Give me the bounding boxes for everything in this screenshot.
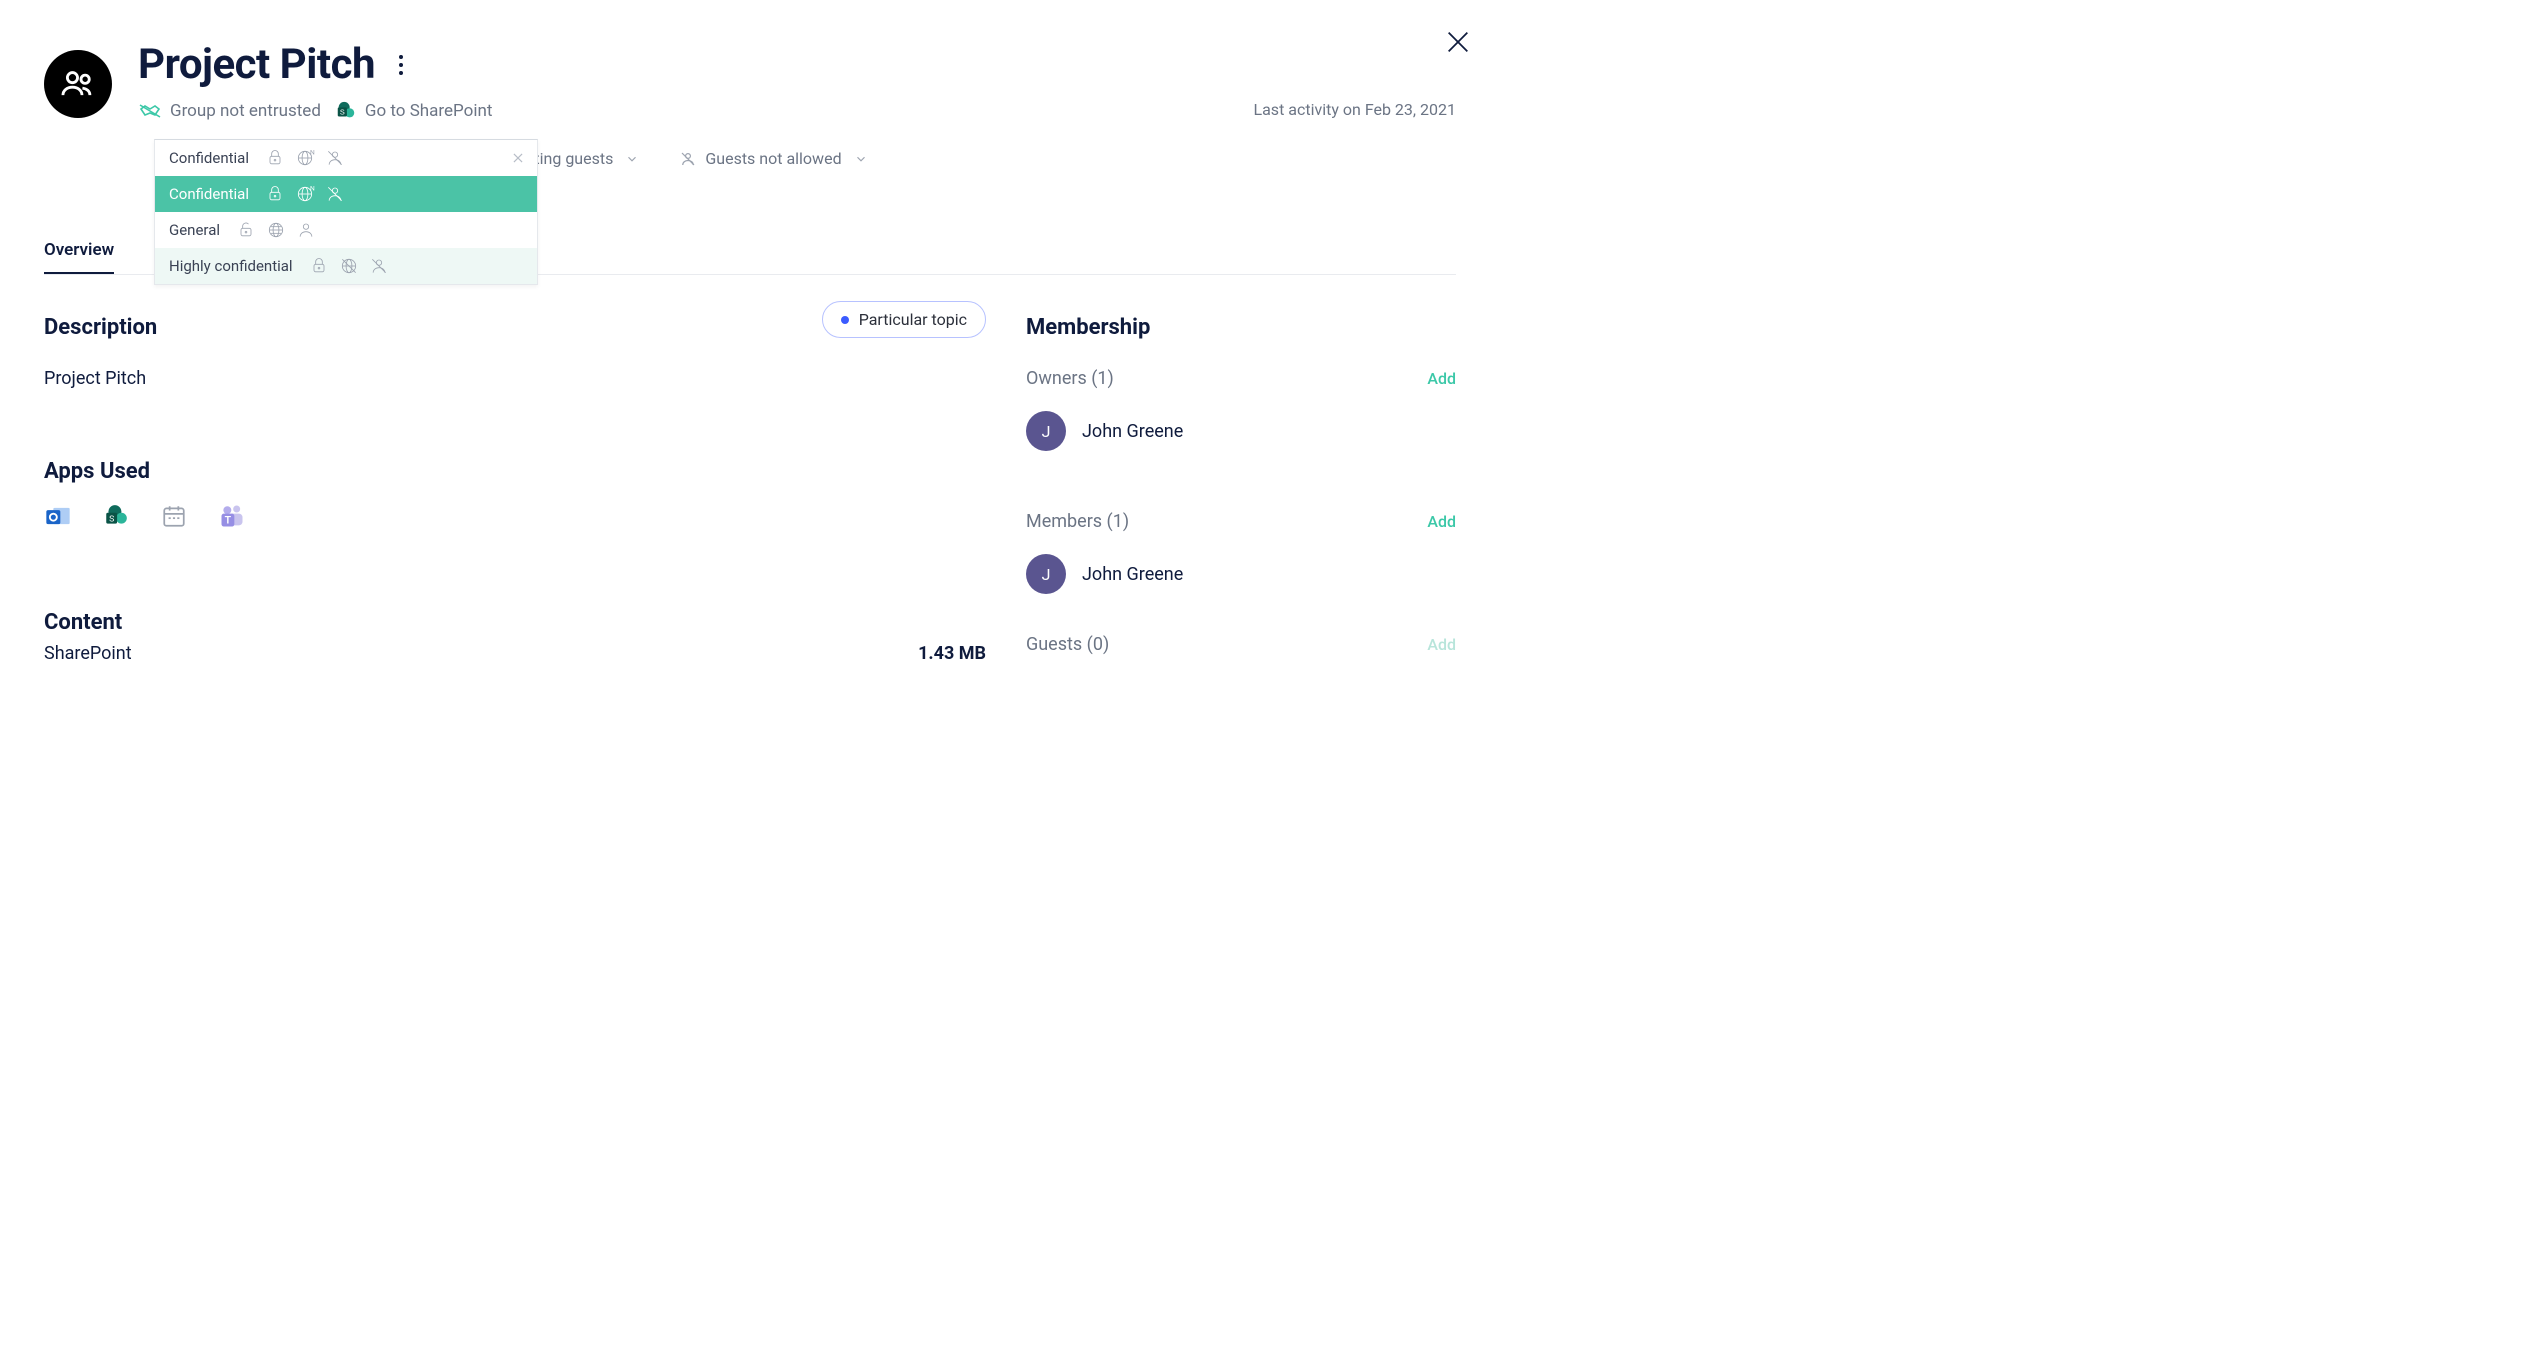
owner-row: J John Greene [1026,411,1456,451]
person-off-icon [369,256,389,276]
globe-icon [266,220,286,240]
member-name: John Greene [1082,564,1183,585]
teams-icon: T [218,502,246,530]
chevron-down-icon [854,152,868,166]
apps-heading: Apps Used [44,459,986,484]
lock-icon [265,184,285,204]
sharepoint-icon: S [102,502,130,530]
chevron-down-icon [625,152,639,166]
person-off-icon [679,150,697,168]
person-icon [296,220,316,240]
svg-text:N: N [310,185,315,193]
calendar-icon [160,502,188,530]
owner-name: John Greene [1082,421,1183,442]
guests-policy-label: Guests not allowed [705,149,841,168]
sensitivity-current-label: Confidential [169,149,249,167]
description-heading: Description [44,315,157,340]
globe-off-icon [339,256,359,276]
sensitivity-option-general[interactable]: General [155,212,537,248]
tab-overview[interactable]: Overview [44,240,114,274]
member-row: J John Greene [1026,554,1456,594]
guests-label: Guests (0) [1026,634,1109,655]
sensitivity-option-highly-confidential[interactable]: Highly confidential [155,248,537,284]
description-text: Project Pitch [44,368,986,389]
person-off-icon [325,184,345,204]
trust-status: Group not entrusted [138,99,321,123]
globe-n-icon: N [295,148,315,168]
clear-sensitivity-icon[interactable] [511,151,525,165]
sharepoint-icon: S [335,100,357,122]
add-guest-button: Add [1427,635,1456,654]
close-button[interactable] [1444,28,1472,56]
svg-text:N: N [310,149,315,157]
lock-icon [309,256,329,276]
svg-text:T: T [225,514,232,527]
svg-text:S: S [109,514,114,524]
unlock-icon [236,220,256,240]
avatar: J [1026,554,1066,594]
sensitivity-current[interactable]: Confidential N [155,140,537,176]
more-actions-button[interactable] [393,49,409,81]
members-label: Members (1) [1026,511,1129,532]
guests-policy-dropdown[interactable]: Guests not allowed [679,149,867,168]
storage-label: SharePoint [44,643,132,664]
sensitivity-dropdown[interactable]: Confidential N Confidential N General [154,139,538,285]
last-activity-text: Last activity on Feb 23, 2021 [1253,100,1456,119]
avatar: J [1026,411,1066,451]
membership-heading: Membership [1026,315,1456,340]
topic-pill-label: Particular topic [859,310,967,329]
add-member-button[interactable]: Add [1427,512,1456,531]
outlook-icon [44,502,72,530]
content-heading: Content [44,610,986,635]
person-off-icon [325,148,345,168]
svg-text:S: S [340,108,345,117]
trust-status-label: Group not entrusted [170,101,321,121]
globe-n-icon: N [295,184,315,204]
lock-icon [265,148,285,168]
handshake-icon [138,99,162,123]
storage-value: 1.43 MB [918,643,986,664]
sharepoint-link-label: Go to SharePoint [365,101,493,121]
sensitivity-option-confidential[interactable]: Confidential N [155,176,537,212]
topic-dot-icon [841,316,849,324]
owners-label: Owners (1) [1026,368,1114,389]
add-owner-button[interactable]: Add [1427,369,1456,388]
topic-pill[interactable]: Particular topic [822,301,986,338]
group-avatar [44,50,112,118]
page-title: Project Pitch [138,40,375,89]
go-to-sharepoint-link[interactable]: S Go to SharePoint [335,100,493,122]
